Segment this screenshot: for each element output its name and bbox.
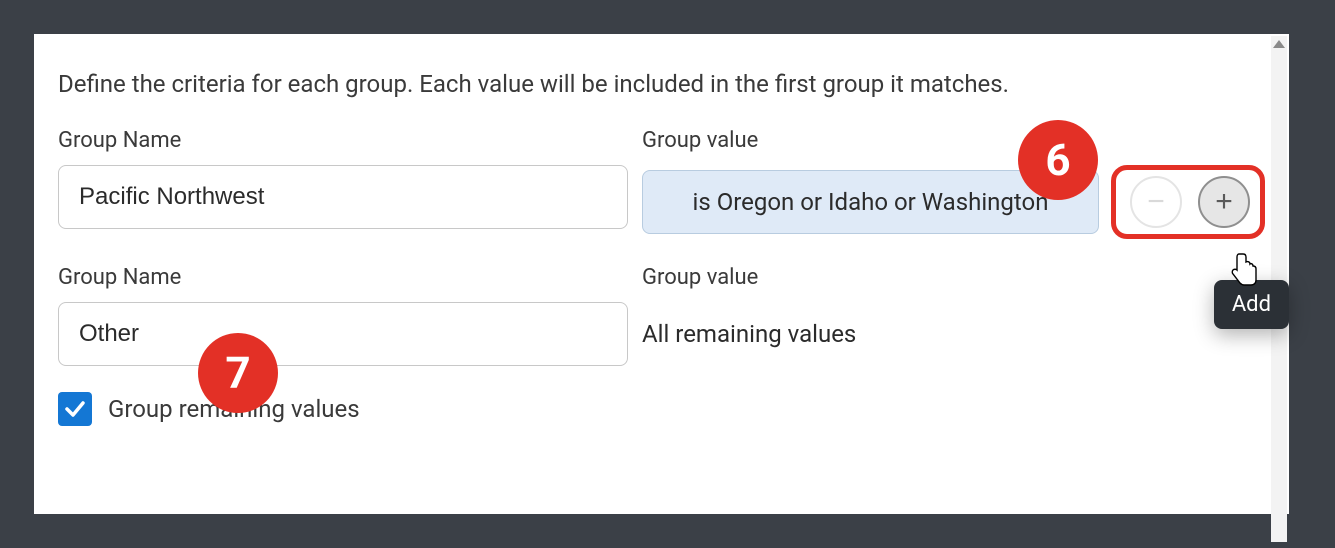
remove-group-button: − (1130, 176, 1182, 228)
scroll-up-icon (1273, 40, 1285, 48)
instructions-text: Define the criteria for each group. Each… (58, 70, 1265, 98)
minus-icon: − (1147, 187, 1165, 217)
group-name-label: Group Name (58, 265, 628, 290)
group-name-input[interactable] (58, 165, 628, 229)
step-badge-7: 7 (198, 333, 278, 413)
group-name-col: Group Name (58, 265, 628, 366)
add-group-button[interactable]: + (1198, 176, 1250, 228)
group-value-label: Group value (642, 128, 1265, 153)
group-value-col: Group value All remaining values (642, 265, 1265, 366)
group-name-col: Group Name (58, 128, 628, 229)
pointer-cursor-icon (1231, 252, 1259, 290)
step-badge-6: 6 (1018, 120, 1098, 200)
group-value-static: All remaining values (642, 302, 1265, 366)
add-remove-highlight: − + (1111, 165, 1265, 239)
check-icon (63, 397, 87, 421)
group-value-line: is Oregon or Idaho or Washington − + (642, 165, 1265, 239)
group-value-label: Group value (642, 265, 1265, 290)
plus-icon: + (1215, 187, 1233, 217)
group-config-panel: Define the criteria for each group. Each… (34, 34, 1289, 514)
group-name-input[interactable] (58, 302, 628, 366)
group-name-label: Group Name (58, 128, 628, 153)
group-remaining-checkbox[interactable] (58, 392, 92, 426)
group-value-col: Group value is Oregon or Idaho or Washin… (642, 128, 1265, 239)
